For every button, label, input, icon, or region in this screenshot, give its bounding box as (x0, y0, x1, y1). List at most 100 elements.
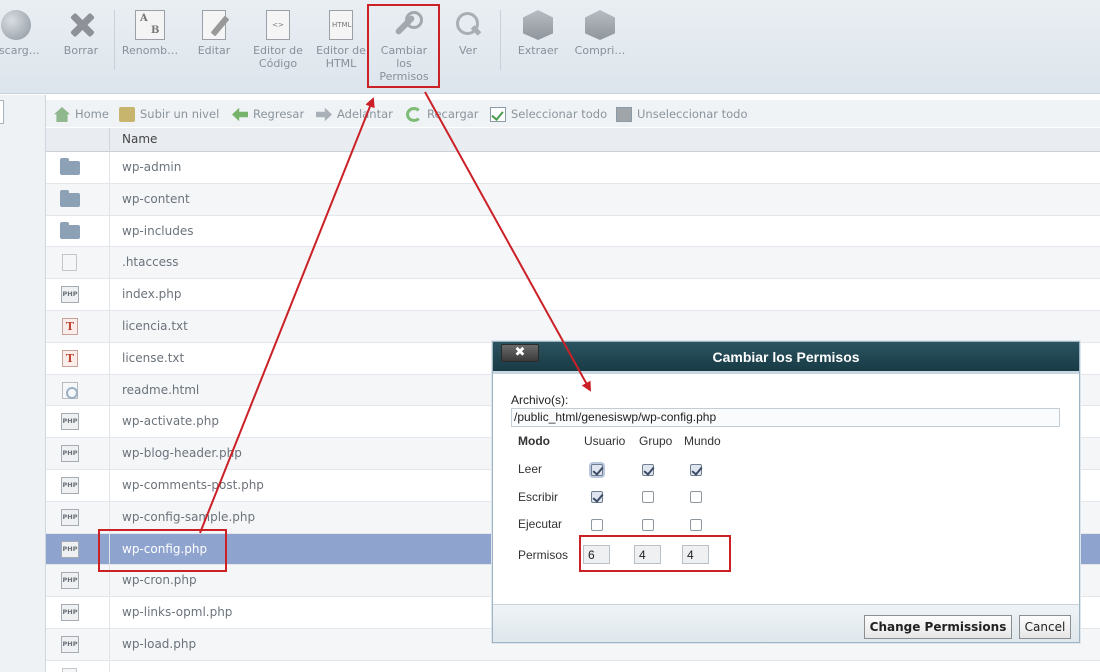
toolbar-highlight-box (367, 4, 440, 88)
name-column-header[interactable]: Name (122, 132, 157, 146)
table-header: Name (46, 128, 1100, 152)
file-path-field: /public_html/genesiswp/wp-config.php (511, 408, 1060, 427)
edit-icon (202, 10, 226, 40)
file-icon-cell (46, 660, 110, 672)
permissions-highlight-box (579, 535, 731, 572)
file-name: wp-content (122, 191, 190, 206)
home-icon (54, 107, 70, 122)
html-editor-icon: HTML (329, 10, 353, 40)
delete-button[interactable]: Borrar (52, 10, 110, 57)
checkbox-checked-icon (490, 107, 506, 122)
file-name: wp-load.php (122, 636, 197, 651)
mode-header: Modo (518, 434, 550, 448)
unselect-all-link[interactable]: Unseleccionar todo (616, 105, 748, 123)
read-user-checkbox[interactable] (591, 464, 603, 476)
compress-icon (585, 10, 615, 40)
file-icon-cell (46, 247, 110, 279)
html-editor-label: Editor de HTML (316, 44, 366, 70)
up-folder-icon (119, 107, 135, 122)
up-label: Subir un nivel (140, 107, 220, 121)
cancel-button[interactable]: Cancel (1019, 615, 1071, 639)
table-row[interactable]: Tlicencia.txt (46, 310, 1100, 343)
up-one-level-link[interactable]: Subir un nivel (119, 105, 219, 123)
view-button[interactable]: Ver (446, 10, 490, 57)
html-editor-button[interactable]: HTML Editor de HTML (312, 10, 370, 70)
rename-icon: A B (135, 10, 165, 40)
back-link[interactable]: Regresar (232, 105, 304, 123)
extract-icon (523, 10, 553, 40)
folder-icon (60, 221, 80, 239)
file-name: wp-includes (122, 223, 194, 238)
download-button[interactable]: escarg… (0, 10, 46, 57)
user-column-header: Usuario (584, 434, 626, 448)
dialog-title: Cambiar los Permisos (712, 349, 860, 365)
file-name: .htaccess (122, 255, 179, 270)
php-file-icon: PHP (61, 635, 79, 653)
extract-button[interactable]: Extraer (512, 10, 564, 57)
file-icon-cell (46, 183, 110, 215)
view-label: Ver (459, 44, 477, 57)
file-icon-cell: PHP (46, 597, 110, 628)
write-row-label: Escribir (518, 490, 559, 504)
back-label: Regresar (253, 107, 305, 121)
compress-button[interactable]: Compri… (570, 10, 630, 57)
execute-world-checkbox[interactable] (690, 519, 702, 531)
change-permissions-submit-button[interactable]: Change Permissions (864, 615, 1012, 639)
file-name: wp-blog-header.php (122, 446, 242, 461)
file-icon-cell: PHP (46, 628, 110, 660)
checkbox-empty-icon (616, 107, 632, 122)
file-icon-cell: PHP (46, 279, 110, 310)
toolbar-separator (500, 10, 501, 70)
file-name: wp-activate.php (122, 414, 219, 429)
rename-button[interactable]: A B Renomb… (120, 10, 180, 57)
file-icon (62, 254, 77, 272)
reload-link[interactable]: Recargar (406, 105, 479, 123)
html-glyph: HTML (332, 21, 352, 29)
reload-label: Recargar (427, 107, 479, 121)
code-editor-label: Editor de Código (253, 44, 303, 70)
select-all-link[interactable]: Seleccionar todo (490, 105, 607, 123)
edit-button[interactable]: Editar (188, 10, 240, 57)
file-name: wp-config-sample.php (122, 509, 256, 524)
table-row[interactable]: wp-content (46, 183, 1100, 216)
dialog-header: ✖ Cambiar los Permisos (493, 342, 1079, 374)
file-name: license.txt (122, 350, 185, 365)
html-file-icon (62, 381, 78, 399)
world-column-header: Mundo (684, 434, 721, 448)
read-world-checkbox[interactable] (690, 464, 702, 476)
read-group-checkbox[interactable] (642, 464, 654, 476)
write-group-checkbox[interactable] (642, 491, 654, 503)
write-world-checkbox[interactable] (690, 491, 702, 503)
delete-icon (66, 10, 96, 40)
table-row[interactable]: .htaccess (46, 247, 1100, 280)
php-file-icon: PHP (61, 508, 79, 526)
rename-label: Renomb… (121, 44, 179, 57)
home-link[interactable]: Home (54, 105, 109, 123)
left-panel (0, 95, 46, 672)
code-editor-button[interactable]: <> Editor de Código (248, 10, 308, 70)
left-panel-handle[interactable] (0, 100, 4, 124)
file-icon-cell (46, 152, 110, 183)
view-icon (453, 10, 483, 40)
file-icon-cell: PHP (46, 469, 110, 501)
download-icon (1, 10, 31, 40)
table-row[interactable]: wp-includes (46, 215, 1100, 248)
change-permissions-dialog: ✖ Cambiar los Permisos Archivo(s): /publ… (492, 341, 1080, 643)
write-user-checkbox[interactable] (591, 491, 603, 503)
file-icon (62, 667, 77, 672)
table-row[interactable]: PHP index.php (46, 279, 1100, 311)
home-label: Home (75, 107, 109, 121)
execute-user-checkbox[interactable] (591, 519, 603, 531)
table-row[interactable] (46, 660, 1100, 672)
file-name: wp-comments-post.php (122, 477, 264, 492)
php-file-icon: PHP (61, 476, 79, 494)
execute-group-checkbox[interactable] (642, 519, 654, 531)
table-row[interactable]: wp-admin (46, 152, 1100, 184)
rename-glyph-a: A (140, 13, 148, 24)
file-name: licencia.txt (122, 318, 188, 333)
php-file-icon: PHP (61, 572, 79, 590)
forward-link[interactable]: Adelantar (316, 105, 393, 123)
extract-label: Extraer (517, 44, 559, 57)
execute-row-label: Ejecutar (518, 517, 563, 531)
files-label: Archivo(s): (511, 393, 569, 407)
